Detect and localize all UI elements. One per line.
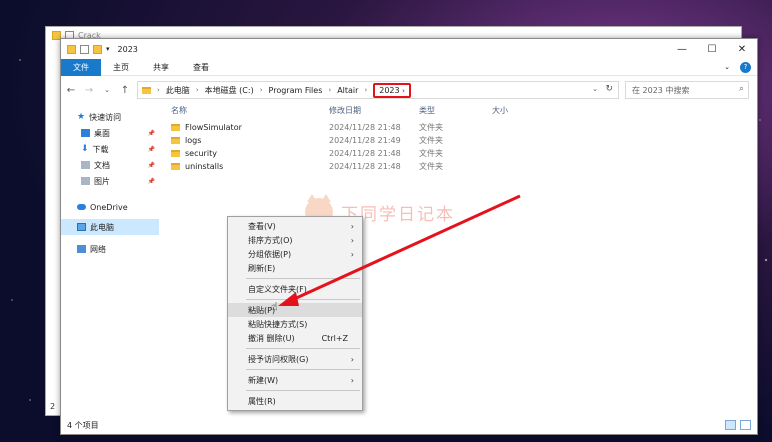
- annotation-arrow-shaft: [291, 194, 521, 302]
- annotation-arrow-head: [278, 292, 299, 306]
- annotation-arrow: [278, 194, 521, 306]
- mouse-cursor-icon: ☝: [271, 300, 278, 313]
